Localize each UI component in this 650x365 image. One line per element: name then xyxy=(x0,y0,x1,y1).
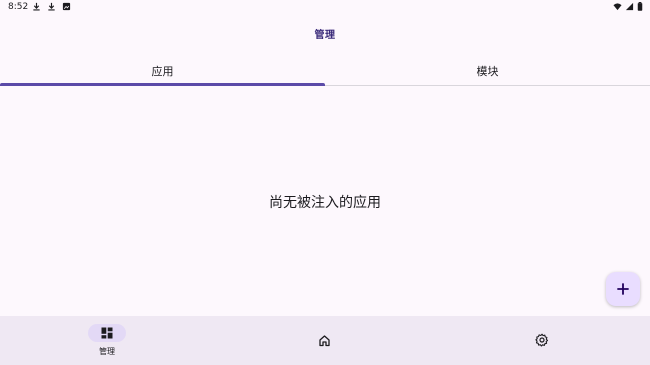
add-icon xyxy=(617,283,629,295)
image-icon xyxy=(62,2,71,11)
empty-state-message: 尚无被注入的应用 xyxy=(269,195,381,211)
nav-item-manage[interactable]: 管理 xyxy=(0,316,216,365)
battery-icon xyxy=(637,2,643,11)
download-icon xyxy=(48,2,55,11)
status-system-icons xyxy=(613,2,643,11)
tab-indicator xyxy=(0,83,325,86)
home-icon xyxy=(318,334,330,346)
add-fab-button[interactable] xyxy=(606,272,640,306)
status-notification-icons xyxy=(32,2,71,11)
wifi-icon xyxy=(613,3,622,11)
tab-apps[interactable]: 应用 xyxy=(0,56,325,86)
signal-icon xyxy=(625,2,634,11)
nav-item-home[interactable] xyxy=(216,316,432,365)
status-bar: 8:52 xyxy=(0,0,650,14)
tab-modules[interactable]: 模块 xyxy=(325,56,650,86)
download-icon xyxy=(33,2,40,11)
tab-bar: 应用 模块 xyxy=(0,56,650,86)
bottom-navigation: 管理 xyxy=(0,316,650,365)
settings-icon xyxy=(535,333,549,347)
tab-apps-label: 应用 xyxy=(151,65,174,78)
nav-item-manage-label: 管理 xyxy=(99,347,115,356)
status-time: 8:52 xyxy=(8,2,29,12)
nav-active-indicator xyxy=(88,324,126,342)
tab-modules-label: 模块 xyxy=(476,65,499,78)
page-title: 管理 xyxy=(314,30,336,41)
dashboard-icon xyxy=(101,327,113,339)
nav-item-settings[interactable] xyxy=(434,316,650,365)
